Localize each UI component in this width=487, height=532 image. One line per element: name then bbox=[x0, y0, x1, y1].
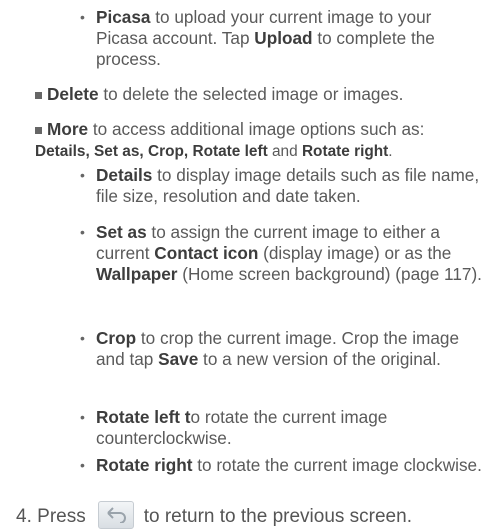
separator: , bbox=[85, 143, 95, 160]
term-rotate-right: Rotate right bbox=[96, 455, 193, 475]
bullet-dot: • bbox=[80, 167, 85, 183]
list-item-rotate-left: • Rotate left to rotate the current imag… bbox=[80, 407, 486, 449]
bullet-dot: • bbox=[80, 409, 85, 425]
term-rotleft-ref: Rotate left bbox=[192, 143, 268, 160]
list-item-details: • Details to display image details such … bbox=[80, 165, 486, 207]
item-text: to display image details such as file na… bbox=[96, 165, 480, 206]
separator: . bbox=[388, 143, 393, 160]
term-rotright-ref: Rotate right bbox=[301, 143, 389, 160]
item-text: (display image) or as the bbox=[258, 243, 452, 263]
bullet-dot: • bbox=[80, 224, 85, 240]
term-picasa: Picasa bbox=[96, 7, 151, 27]
step-number: 4. bbox=[16, 506, 32, 528]
list-item-crop: • Crop to crop the current image. Crop t… bbox=[80, 328, 486, 370]
step-text-post: to return to the previous screen. bbox=[143, 506, 412, 528]
item-text: to rotate the current image clockwise. bbox=[192, 455, 482, 475]
list-item-more: More to access additional image options … bbox=[35, 119, 477, 162]
term-upload: Upload bbox=[254, 28, 313, 48]
item-text: to access additional image options such … bbox=[88, 119, 425, 139]
term-crop: Crop bbox=[96, 328, 137, 348]
term-crop-ref: Crop bbox=[147, 143, 184, 160]
list-item-rotate-right: • Rotate right to rotate the current ima… bbox=[80, 455, 486, 476]
term-contact-icon: Contact icon bbox=[154, 243, 259, 263]
back-arrow-icon bbox=[97, 501, 134, 529]
term-save: Save bbox=[158, 349, 199, 369]
separator: and bbox=[267, 143, 302, 160]
bullet-square bbox=[35, 127, 42, 134]
term-details-ref: Details bbox=[35, 143, 86, 160]
term-rotate-left: Rotate left t bbox=[96, 407, 191, 427]
list-item-setas: • Set as to assign the current image to … bbox=[80, 222, 486, 285]
term-wallpaper: Wallpaper bbox=[96, 264, 178, 284]
separator: , bbox=[139, 143, 148, 160]
term-more: More bbox=[47, 119, 89, 139]
term-setas: Set as bbox=[96, 222, 147, 242]
term-details: Details bbox=[96, 165, 153, 185]
term-delete: Delete bbox=[47, 84, 99, 104]
step-text-pre: Press bbox=[37, 506, 86, 528]
bullet-dot: • bbox=[80, 9, 85, 25]
list-item-picasa: • Picasa to upload your current image to… bbox=[80, 7, 486, 70]
bullet-dot: • bbox=[80, 330, 85, 346]
bullet-dot: • bbox=[80, 457, 85, 473]
term-setas-ref: Set as bbox=[94, 143, 140, 160]
list-item-delete: Delete to delete the selected image or i… bbox=[35, 84, 477, 105]
item-text: to delete the selected image or images. bbox=[98, 84, 404, 104]
item-text: (Home screen background) (page 117). bbox=[177, 264, 482, 284]
item-text: to a new version of the original. bbox=[198, 349, 441, 369]
bullet-square bbox=[35, 92, 42, 99]
step-4: 4. Press to return to the previous screen… bbox=[16, 501, 476, 531]
